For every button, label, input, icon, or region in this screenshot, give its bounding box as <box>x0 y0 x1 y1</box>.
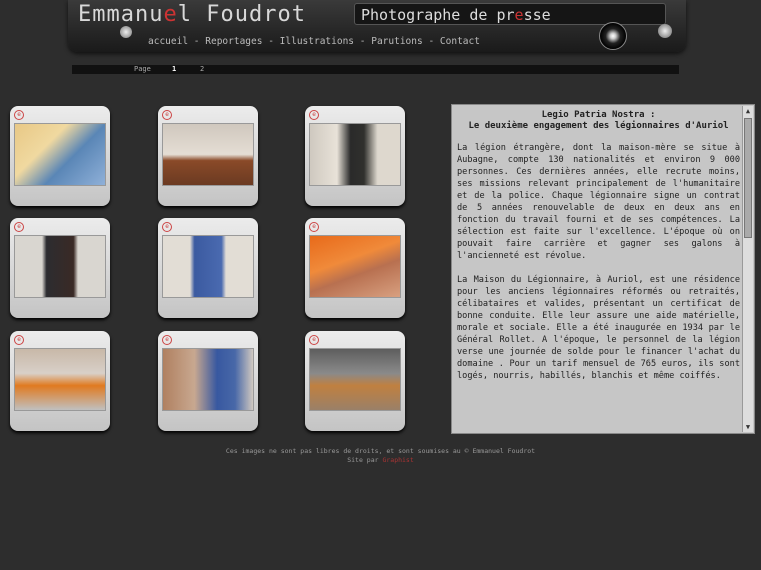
thumbnail-image <box>162 235 254 298</box>
site-name[interactable]: Emmanuel Foudrot <box>78 2 306 27</box>
thumbnail-image <box>309 235 401 298</box>
tagline-part2: sse <box>523 6 551 24</box>
nav-item-accueil[interactable]: accueil <box>148 36 188 47</box>
photo-thumbnail[interactable]: e <box>10 218 110 318</box>
site-name-accent: e <box>163 2 178 27</box>
nav-item-illustrations[interactable]: Illustrations <box>280 36 354 47</box>
thumbnail-badge-icon: e <box>14 110 24 120</box>
footer-credit: Site par Graphist <box>0 456 761 464</box>
camera-knob-icon <box>658 24 672 38</box>
thumbnail-badge-icon: e <box>162 110 172 120</box>
nav-separator: - <box>193 36 200 47</box>
photo-thumbnail[interactable]: e <box>158 106 258 206</box>
nav-separator: - <box>268 36 274 47</box>
photo-thumbnail[interactable]: e <box>10 331 110 431</box>
photo-thumbnail[interactable]: e <box>305 331 405 431</box>
site-name-part2: l Foudrot <box>177 2 306 27</box>
camera-lens-icon <box>599 22 627 50</box>
thumbnail-image <box>309 348 401 411</box>
thumbnail-image <box>14 123 106 186</box>
pagination-bar: Page 1 2 <box>72 65 679 74</box>
photo-thumbnail[interactable]: e <box>10 106 110 206</box>
photo-thumbnail[interactable]: e <box>158 331 258 431</box>
photo-thumbnail[interactable]: e <box>305 218 405 318</box>
nav-separator: - <box>359 36 366 47</box>
photo-thumbnail[interactable]: e <box>158 218 258 318</box>
thumbnail-badge-icon: e <box>162 222 172 232</box>
thumbnail-badge-icon: e <box>14 335 24 345</box>
article-title: Legio Patria Nostra : Le deuxième engagem… <box>457 110 740 132</box>
article-scrollbar[interactable]: ▲ ▼ <box>742 106 753 432</box>
page-link-1[interactable]: 1 <box>172 65 176 73</box>
footer-credit-prefix: Site par <box>347 456 379 464</box>
thumbnail-badge-icon: e <box>309 222 319 232</box>
article-content: Legio Patria Nostra : Le deuxième engagem… <box>457 110 740 429</box>
scroll-up-icon[interactable]: ▲ <box>743 106 753 116</box>
pagination-label: Page <box>134 65 151 73</box>
thumbnail-badge-icon: e <box>162 335 172 345</box>
nav-separator: - <box>428 36 435 47</box>
nav-item-parutions[interactable]: Parutions <box>371 36 422 47</box>
site-header: Emmanuel Foudrot Photographe de presse a… <box>68 0 686 52</box>
main-nav: accueil - Reportages - Illustrations - P… <box>148 36 480 47</box>
article-paragraph: La légion étrangère, dont la maison-mère… <box>457 143 740 261</box>
thumbnail-image <box>14 235 106 298</box>
article-panel[interactable]: Legio Patria Nostra : Le deuxième engagem… <box>451 104 755 434</box>
article-title-line1: Legio Patria Nostra : <box>541 110 656 120</box>
scroll-down-icon[interactable]: ▼ <box>743 422 753 432</box>
article-title-line2: Le deuxième engagement des légionnaires … <box>468 121 729 131</box>
page-link-2[interactable]: 2 <box>200 65 204 73</box>
nav-item-contact[interactable]: Contact <box>440 36 480 47</box>
thumbnail-image <box>309 123 401 186</box>
tagline-accent: e <box>514 6 524 24</box>
footer-copyright: Ces images ne sont pas libres de droits,… <box>225 447 536 455</box>
article-paragraph: La Maison du Légionnaire, à Auriol, est … <box>457 275 740 381</box>
thumbnail-badge-icon: e <box>309 110 319 120</box>
scrollbar-thumb[interactable] <box>744 118 752 238</box>
footer-credit-link[interactable]: Graphist <box>382 456 413 464</box>
thumbnail-image <box>14 348 106 411</box>
camera-knob-icon <box>120 26 132 38</box>
site-name-part1: Emmanu <box>78 2 164 27</box>
nav-item-reportages[interactable]: Reportages <box>205 36 262 47</box>
thumbnail-badge-icon: e <box>14 222 24 232</box>
photo-thumbnail[interactable]: e <box>305 106 405 206</box>
thumbnail-badge-icon: e <box>309 335 319 345</box>
site-tagline: Photographe de presse <box>354 3 666 25</box>
thumbnail-image <box>162 123 254 186</box>
thumbnail-image <box>162 348 254 411</box>
tagline-part1: Photographe de pr <box>361 6 515 24</box>
